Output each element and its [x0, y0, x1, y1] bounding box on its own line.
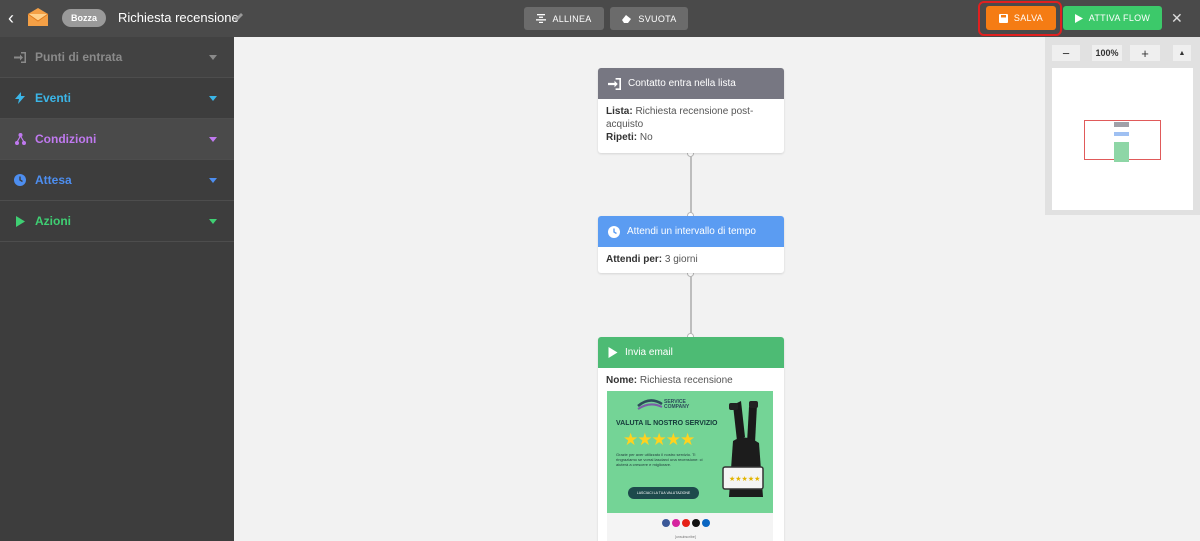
clock-icon [14, 174, 26, 186]
pencil-icon[interactable] [233, 11, 245, 23]
email-body-text: Grazie per aver utilizzato il nostro ser… [616, 452, 703, 467]
sidebar-item-entry-points[interactable]: Punti di entrata [0, 37, 234, 78]
rating-stars: ★★★★★ [623, 430, 695, 449]
sidebar-item-label: Condizioni [35, 132, 97, 146]
collapse-minimap-button[interactable]: ▲ [1173, 45, 1191, 61]
email-heading: VALUTA IL NOSTRO SERVIZIO [616, 420, 718, 427]
minimap-viewport[interactable] [1052, 68, 1193, 210]
wait-node-card[interactable]: Attendi un intervallo di tempo Attendi p… [598, 216, 784, 273]
zoom-out-button[interactable]: − [1052, 45, 1080, 61]
entry-node-body: Lista: Richiesta recensione post-acquist… [598, 99, 784, 150]
play-icon [608, 347, 618, 358]
sidebar-item-label: Attesa [35, 173, 72, 187]
email-node-body: Nome: Richiesta recensione [598, 368, 784, 393]
save-highlight-annotation [978, 1, 1062, 36]
wait-node-header: Attendi un intervallo di tempo [598, 216, 784, 247]
list-key: Lista: [606, 106, 633, 117]
entry-node-header: Contatto entra nella lista [598, 68, 784, 99]
zoom-in-button[interactable]: + [1130, 45, 1160, 61]
social-icons [662, 519, 710, 527]
email-footer-text: [unsubscribe] [675, 535, 696, 539]
sidebar-item-wait[interactable]: Attesa [0, 160, 234, 201]
connector-line [690, 153, 692, 216]
sign-in-icon [14, 51, 26, 63]
email-node-header: Invia email [598, 337, 784, 368]
clear-button[interactable]: SVUOTA [610, 7, 688, 30]
branch-icon [14, 133, 26, 145]
minimap-wait-node [1114, 132, 1129, 136]
repeat-value: No [639, 132, 653, 143]
email-brand-line2: COMPANY [664, 404, 690, 410]
flow-title[interactable]: Richiesta recensione [118, 10, 239, 26]
youtube-icon [682, 519, 690, 527]
linkedin-icon [702, 519, 710, 527]
back-arrow-icon[interactable]: ‹ [8, 9, 24, 27]
align-icon [536, 14, 547, 23]
align-label: ALLINEA [552, 13, 592, 24]
sidebar-item-actions[interactable]: Azioni [0, 201, 234, 242]
play-icon [14, 215, 26, 227]
chevron-down-icon [209, 137, 217, 142]
bolt-icon [14, 92, 26, 104]
activate-label: ATTIVA FLOW [1088, 13, 1151, 23]
sign-in-icon [608, 77, 621, 90]
email-name-key: Nome: [606, 375, 638, 386]
play-icon [1074, 13, 1083, 23]
minimap-email-node [1114, 142, 1129, 162]
sidebar: Punti di entrata Eventi Condizioni Attes… [0, 37, 234, 541]
eraser-icon [622, 15, 632, 23]
email-name-value: Richiesta recensione [639, 375, 733, 386]
chevron-down-icon [209, 96, 217, 101]
email-cta-button: LASCIACI LA TUA VALUTAZIONE [628, 487, 699, 499]
email-preview[interactable]: SERVICE COMPANY VALUTA IL NOSTRO SERVIZI… [607, 391, 773, 541]
connector-line [690, 273, 692, 337]
activate-flow-button[interactable]: ATTIVA FLOW [1063, 6, 1162, 30]
close-icon[interactable]: ✕ [1171, 9, 1183, 27]
person-illustration-icon: ★★★★★ [722, 401, 764, 497]
repeat-key: Ripeti: [606, 132, 638, 143]
x-icon [692, 519, 700, 527]
status-badge: Bozza [62, 9, 107, 27]
sidebar-item-events[interactable]: Eventi [0, 78, 234, 119]
zoom-level: 100% [1092, 45, 1122, 61]
chevron-down-icon [209, 219, 217, 224]
sidebar-item-label: Punti di entrata [35, 50, 123, 64]
svg-text:★★★★★: ★★★★★ [729, 475, 760, 483]
wait-node-body: Attendi per: 3 giorni [598, 247, 784, 272]
align-button[interactable]: ALLINEA [524, 7, 604, 30]
wait-node-title: Attendi un intervallo di tempo [627, 226, 756, 237]
wait-key: Attendi per: [606, 254, 663, 265]
email-node-title: Invia email [625, 347, 673, 358]
entry-node-card[interactable]: Contatto entra nella lista Lista: Richie… [598, 68, 784, 153]
facebook-icon [662, 519, 670, 527]
company-logo-icon [637, 399, 663, 410]
entry-node-title: Contatto entra nella lista [628, 78, 736, 89]
instagram-icon [672, 519, 680, 527]
envelope-logo-icon [27, 8, 49, 26]
minimap-entry-node [1114, 122, 1129, 127]
sidebar-item-label: Azioni [35, 214, 71, 228]
sidebar-item-label: Eventi [35, 91, 72, 105]
email-brand: SERVICE COMPANY [664, 400, 689, 410]
clock-icon [608, 225, 620, 238]
chevron-down-icon [209, 178, 217, 183]
chevron-down-icon [209, 55, 217, 60]
sidebar-item-conditions[interactable]: Condizioni [0, 119, 234, 160]
wait-value: 3 giorni [664, 254, 698, 265]
minimap-panel: − 100% + ▲ [1045, 37, 1200, 215]
clear-label: SVUOTA [638, 13, 677, 24]
